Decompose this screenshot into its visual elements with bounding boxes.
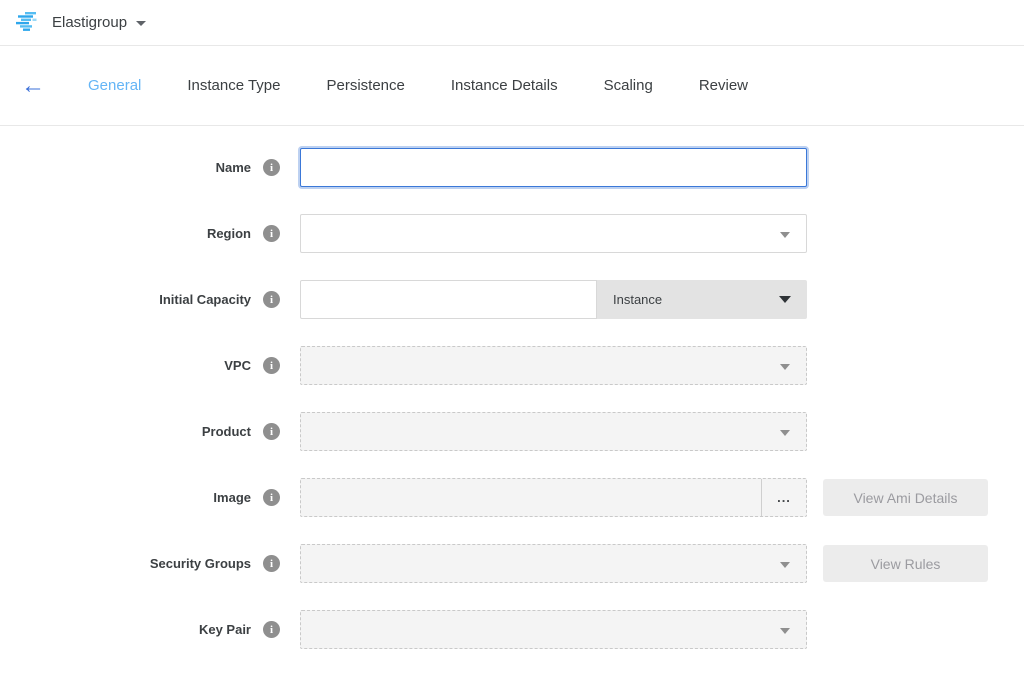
form-row-initial-capacity: Initial Capacity i Instance [0,280,1024,319]
back-button[interactable]: ← [20,73,46,99]
info-icon[interactable]: i [263,489,280,506]
initial-capacity-input-wrap [300,280,597,319]
info-icon[interactable]: i [263,291,280,308]
form-row-vpc: VPC i [0,346,1024,385]
image-input-group: ... [300,478,807,517]
form-row-security-groups: Security Groups i View Rules [0,544,1024,583]
wizard-tabs: General Instance Type Persistence Instan… [88,77,748,94]
tab-persistence[interactable]: Persistence [327,77,405,94]
chevron-down-icon [780,232,790,238]
form-row-name: Name i [0,148,1024,187]
general-settings-form: Name i Region i Initial Capacity i Insta… [0,126,1024,649]
chevron-down-icon [779,296,791,303]
info-icon[interactable]: i [263,225,280,242]
info-icon[interactable]: i [263,357,280,374]
chevron-down-icon [780,430,790,436]
image-input[interactable] [301,479,761,516]
security-groups-label: Security Groups [150,556,251,571]
info-icon[interactable]: i [263,555,280,572]
security-groups-select[interactable] [300,544,807,583]
image-label: Image [213,490,251,505]
vpc-label: VPC [224,358,251,373]
chevron-down-icon [780,562,790,568]
view-rules-button[interactable]: View Rules [823,545,988,582]
initial-capacity-label: Initial Capacity [159,292,251,307]
name-input[interactable] [301,149,806,186]
form-row-key-pair: Key Pair i [0,610,1024,649]
info-icon[interactable]: i [263,159,280,176]
capacity-unit-value: Instance [613,292,662,307]
tab-scaling[interactable]: Scaling [604,77,653,94]
browse-image-button[interactable]: ... [761,479,806,516]
product-label: Product [202,424,251,439]
name-label: Name [216,160,251,175]
region-label: Region [207,226,251,241]
tab-instance-type[interactable]: Instance Type [187,77,280,94]
tab-general[interactable]: General [88,77,141,94]
app-title[interactable]: Elastigroup [52,14,127,31]
form-row-region: Region i [0,214,1024,253]
chevron-down-icon[interactable] [136,21,146,26]
form-row-image: Image i ... View Ami Details [0,478,1024,517]
chevron-down-icon [780,628,790,634]
initial-capacity-group: Instance [300,280,807,319]
arrow-left-icon: ← [21,74,45,98]
key-pair-select[interactable] [300,610,807,649]
chevron-down-icon [780,364,790,370]
tab-instance-details[interactable]: Instance Details [451,77,558,94]
info-icon[interactable]: i [263,423,280,440]
initial-capacity-input[interactable] [301,281,596,318]
view-ami-details-button[interactable]: View Ami Details [823,479,988,516]
vpc-select[interactable] [300,346,807,385]
tab-review[interactable]: Review [699,77,748,94]
app-header: Elastigroup [0,0,1024,46]
capacity-unit-select[interactable]: Instance [597,280,807,319]
region-select[interactable] [300,214,807,253]
info-icon[interactable]: i [263,621,280,638]
form-row-product: Product i [0,412,1024,451]
name-input-wrap [300,148,807,187]
key-pair-label: Key Pair [199,622,251,637]
wizard-tabbar: ← General Instance Type Persistence Inst… [0,46,1024,126]
product-select[interactable] [300,412,807,451]
elastigroup-logo-icon [16,12,40,33]
